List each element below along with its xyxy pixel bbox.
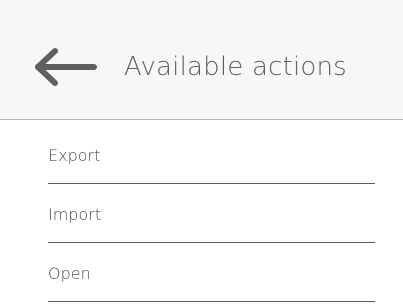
action-open[interactable]: Open: [48, 244, 375, 302]
action-open-label: Open: [48, 264, 91, 283]
back-button[interactable]: [30, 46, 100, 88]
arrow-left-icon: [35, 48, 97, 86]
available-actions-screen: Available actions Export Import Open: [0, 0, 403, 306]
action-import-label: Import: [48, 205, 102, 224]
action-import[interactable]: Import: [48, 185, 375, 243]
action-export-label: Export: [48, 146, 101, 165]
header: Available actions: [0, 0, 403, 120]
page-title: Available actions: [124, 52, 347, 82]
action-export[interactable]: Export: [48, 126, 375, 184]
